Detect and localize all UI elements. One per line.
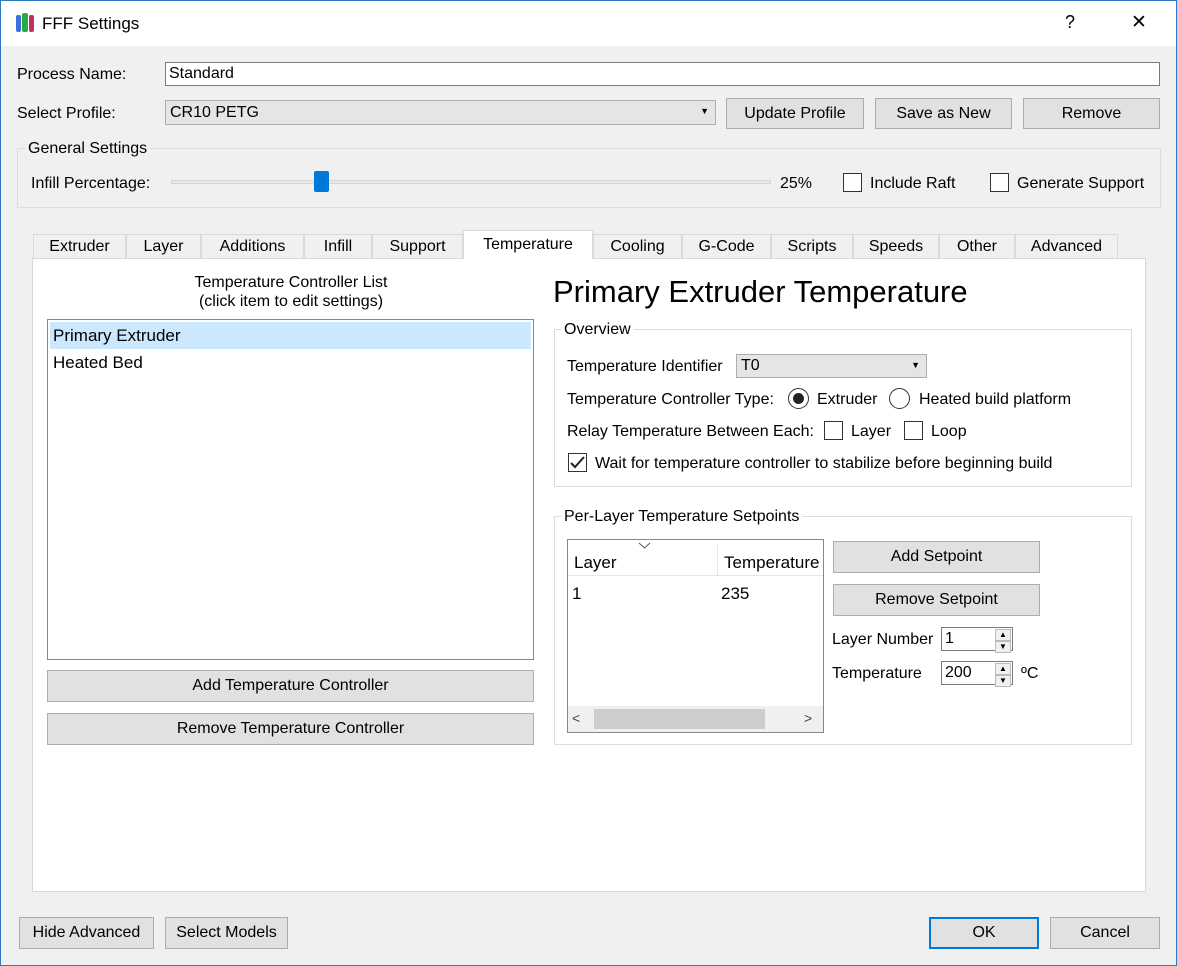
detail-heading: Primary Extruder Temperature <box>553 274 968 309</box>
overview-title: Overview <box>561 321 634 339</box>
generate-support-checkbox[interactable] <box>990 173 1009 192</box>
type-heated-bed-radio[interactable] <box>889 388 910 409</box>
ok-button[interactable]: OK <box>929 917 1039 949</box>
column-header-temperature[interactable]: Temperature <box>724 553 819 573</box>
setpoints-table[interactable]: Layer Temperature 1 235 < > <box>567 539 824 733</box>
setpoints-table-header: Layer Temperature <box>568 540 823 576</box>
tab-other[interactable]: Other <box>939 234 1015 258</box>
tab-infill[interactable]: Infill <box>304 234 372 258</box>
app-logo-icon <box>16 13 34 32</box>
infill-slider-handle[interactable] <box>314 171 329 192</box>
controller-item-heated-bed[interactable]: Heated Bed <box>50 349 531 376</box>
save-as-new-button[interactable]: Save as New <box>875 98 1012 129</box>
infill-slider-track[interactable] <box>171 180 771 184</box>
spin-up-icon[interactable]: ▲ <box>995 629 1011 641</box>
relay-label: Relay Temperature Between Each: <box>567 423 814 440</box>
close-button[interactable]: ✕ <box>1131 11 1147 34</box>
horizontal-scrollbar[interactable]: < > <box>568 706 823 732</box>
layer-number-stepper[interactable]: ▲ ▼ <box>995 629 1011 653</box>
tab-gcode[interactable]: G-Code <box>682 234 771 258</box>
controller-list-header: Temperature Controller List (click item … <box>33 273 549 311</box>
relay-layer-label: Layer <box>851 423 892 440</box>
add-setpoint-button[interactable]: Add Setpoint <box>833 541 1040 573</box>
temperature-label: Temperature <box>832 665 922 682</box>
remove-temperature-controller-button[interactable]: Remove Temperature Controller <box>47 713 534 745</box>
controller-list-title: Temperature Controller List <box>194 274 388 291</box>
tab-extruder[interactable]: Extruder <box>33 234 126 258</box>
temperature-tab-panel: Temperature Controller List (click item … <box>32 258 1146 892</box>
wait-stabilize-label: Wait for temperature controller to stabi… <box>595 455 1053 472</box>
spin-up-icon[interactable]: ▲ <box>995 663 1011 675</box>
tab-temperature[interactable]: Temperature <box>463 230 593 259</box>
temperature-unit: ºC <box>1021 665 1039 682</box>
include-raft-label: Include Raft <box>870 175 956 192</box>
temperature-spinbox[interactable]: 200 ▲ ▼ <box>941 661 1013 687</box>
remove-setpoint-button[interactable]: Remove Setpoint <box>833 584 1040 616</box>
window-title: FFF Settings <box>42 14 140 33</box>
temperature-value: 200 <box>945 664 972 681</box>
controller-type-label: Temperature Controller Type: <box>567 391 774 408</box>
table-row[interactable]: 1 235 <box>568 583 823 607</box>
tab-speeds[interactable]: Speeds <box>853 234 939 258</box>
temperature-identifier-value: T0 <box>741 357 760 374</box>
update-profile-button[interactable]: Update Profile <box>726 98 864 129</box>
add-temperature-controller-button[interactable]: Add Temperature Controller <box>47 670 534 702</box>
infill-value: 25% <box>780 175 813 192</box>
wait-stabilize-checkbox[interactable] <box>568 453 587 472</box>
temperature-stepper[interactable]: ▲ ▼ <box>995 663 1011 687</box>
tab-layer[interactable]: Layer <box>126 234 201 258</box>
tab-scripts[interactable]: Scripts <box>771 234 853 258</box>
layer-number-spinbox[interactable]: 1 ▲ ▼ <box>941 627 1013 653</box>
chevron-down-icon: ▼ <box>700 106 709 116</box>
relay-loop-checkbox[interactable] <box>904 421 923 440</box>
temperature-identifier-select[interactable]: T0 ▼ <box>736 354 927 378</box>
scroll-left-icon[interactable]: < <box>572 710 580 726</box>
spin-down-icon[interactable]: ▼ <box>995 641 1011 653</box>
layer-number-value: 1 <box>945 630 954 647</box>
select-profile-label: Select Profile: <box>17 105 116 122</box>
tab-advanced[interactable]: Advanced <box>1015 234 1118 258</box>
infill-label: Infill Percentage: <box>31 175 151 192</box>
layer-number-label: Layer Number <box>832 631 934 648</box>
cancel-button[interactable]: Cancel <box>1050 917 1160 949</box>
controller-item-primary-extruder[interactable]: Primary Extruder <box>50 322 531 349</box>
hide-advanced-button[interactable]: Hide Advanced <box>19 917 154 949</box>
tab-support[interactable]: Support <box>372 234 463 258</box>
type-extruder-radio[interactable] <box>788 388 809 409</box>
controller-list-hint: (click item to edit settings) <box>198 293 384 310</box>
profile-select[interactable]: CR10 PETG ▼ <box>165 100 716 125</box>
type-extruder-label: Extruder <box>817 391 878 408</box>
type-heated-bed-label: Heated build platform <box>919 391 1072 408</box>
scrollbar-thumb[interactable] <box>594 709 765 729</box>
relay-layer-checkbox[interactable] <box>824 421 843 440</box>
scroll-right-icon[interactable]: > <box>804 710 812 726</box>
process-name-label: Process Name: <box>17 66 127 83</box>
tab-cooling[interactable]: Cooling <box>593 234 682 258</box>
checkmark-icon <box>570 456 585 469</box>
dialog-window: FFF Settings ? ✕ Process Name: Standard … <box>0 0 1177 966</box>
generate-support-label: Generate Support <box>1017 175 1145 192</box>
cell-layer: 1 <box>572 584 582 603</box>
chevron-down-icon: ▼ <box>911 360 920 370</box>
remove-profile-button[interactable]: Remove <box>1023 98 1160 129</box>
process-name-input[interactable]: Standard <box>165 62 1160 86</box>
help-button[interactable]: ? <box>1065 12 1075 33</box>
sort-arrow-icon <box>638 542 651 549</box>
cell-temperature: 235 <box>721 584 750 603</box>
column-header-layer[interactable]: Layer <box>574 553 617 573</box>
spin-down-icon[interactable]: ▼ <box>995 675 1011 687</box>
title-bar: FFF Settings ? ✕ <box>1 1 1176 46</box>
profile-select-value: CR10 PETG <box>170 103 259 121</box>
temperature-identifier-label: Temperature Identifier <box>567 358 723 375</box>
relay-loop-label: Loop <box>931 423 967 440</box>
select-models-button[interactable]: Select Models <box>165 917 288 949</box>
include-raft-checkbox[interactable] <box>843 173 862 192</box>
tab-additions[interactable]: Additions <box>201 234 304 258</box>
column-divider <box>717 544 718 575</box>
controller-list[interactable]: Primary Extruder Heated Bed <box>47 319 534 660</box>
setpoints-title: Per-Layer Temperature Setpoints <box>561 508 803 526</box>
general-settings-title: General Settings <box>25 140 151 158</box>
